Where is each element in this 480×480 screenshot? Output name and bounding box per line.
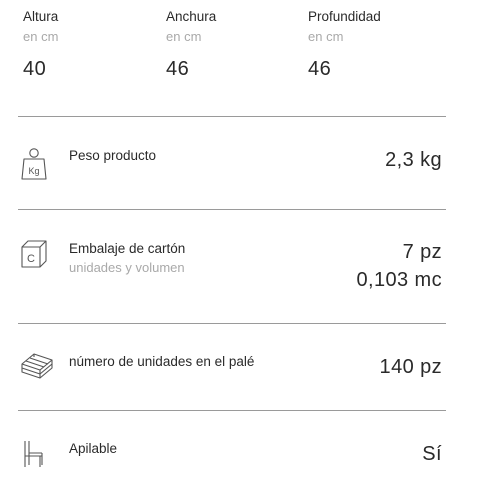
dimension-value: 40 [23,58,47,80]
pallet-icon [20,350,54,382]
dimension-width: Anchura en cm 46 [166,8,306,81]
weight-icon-text: Kg [28,166,39,176]
dimension-unit: en cm [166,29,202,44]
carton-volume-value: 0,103 mc [356,269,442,291]
stacked-chairs-icon [20,439,48,471]
stackable-title: Apilable [69,441,118,456]
stackable-row: Apilable Sí [0,411,480,480]
carton-icon-text: C [27,253,35,265]
weight-value: 2,3 kg [385,149,442,171]
carton-box-icon: C [20,239,48,271]
pallet-title: número de unidades en el palé [69,354,255,369]
dimension-depth: Profundidad en cm 46 [308,8,448,81]
dimension-value: 46 [166,58,190,80]
carton-title: Embalaje de cartón [69,241,186,256]
pallet-row: número de unidades en el palé 140 pz [0,324,480,410]
dimension-unit: en cm [23,29,59,44]
carton-row: C Embalaje de cartón unidades y volumen … [0,210,480,323]
dimension-value: 46 [308,58,332,80]
dimension-label: Profundidad [308,9,381,24]
weight-row: Kg Peso producto 2,3 kg [0,117,480,209]
weight-kg-icon: Kg [20,147,48,180]
carton-subtitle: unidades y volumen [69,260,185,275]
pallet-value: 140 pz [379,356,442,378]
weight-title: Peso producto [69,148,157,163]
dimension-height: Altura en cm 40 [23,8,163,81]
dimension-unit: en cm [308,29,344,44]
stackable-value: Sí [422,443,442,465]
dimensions-section: Altura en cm 40 Anchura en cm 46 Profund… [0,0,480,116]
dimension-label: Anchura [166,9,217,24]
dimension-label: Altura [23,9,59,24]
carton-units-value: 7 pz [402,241,442,263]
